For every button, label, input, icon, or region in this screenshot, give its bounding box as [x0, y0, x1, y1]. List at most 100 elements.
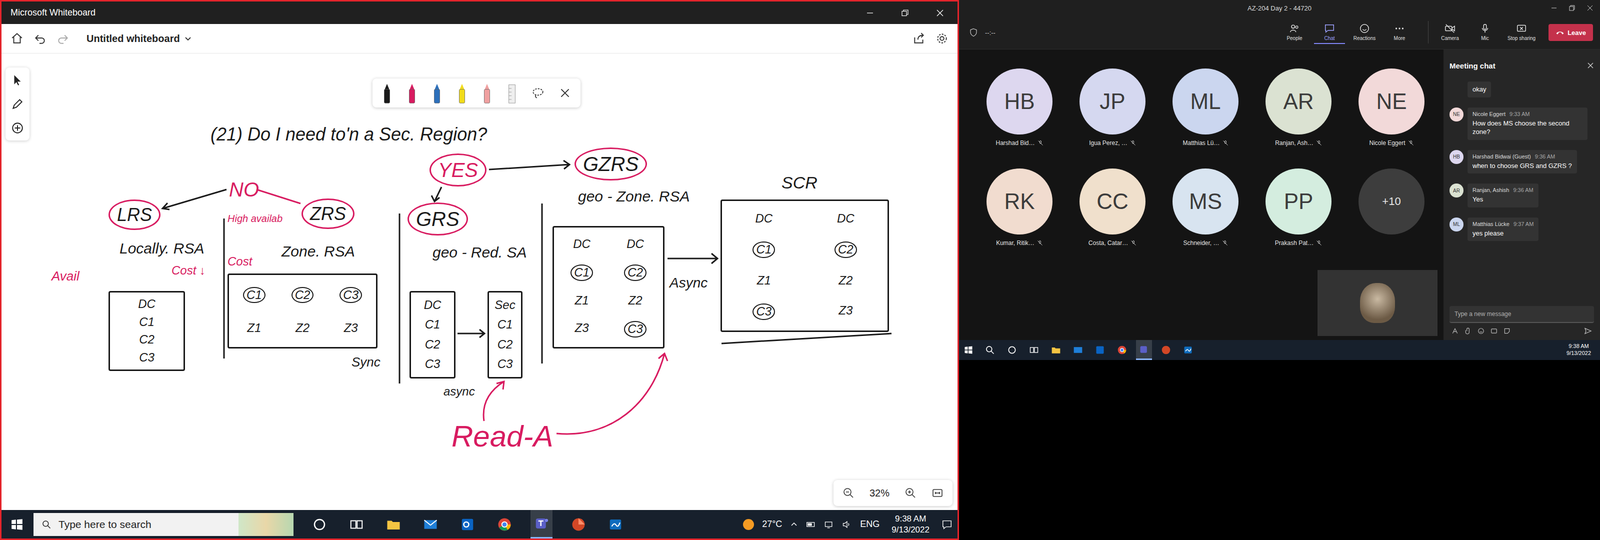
- ink-note[interactable]: Zone. RSA: [281, 242, 355, 261]
- participant-tile[interactable]: RKKumar, Ritik…: [973, 168, 1066, 247]
- weather-temperature[interactable]: 27°C: [762, 519, 782, 530]
- share-icon[interactable]: [912, 32, 926, 45]
- participant-tile[interactable]: JPIgua Perez, …: [1066, 68, 1159, 147]
- ink-note[interactable]: YES: [429, 153, 487, 187]
- clock[interactable]: 9:38 AM9/13/2022: [1562, 343, 1595, 357]
- restore-button[interactable]: [887, 1, 923, 24]
- participant-tile[interactable]: NENicole Eggert: [1345, 68, 1438, 147]
- close-icon[interactable]: [558, 86, 572, 100]
- ink-note[interactable]: High availab: [227, 212, 283, 225]
- search-box[interactable]: Type here to search: [33, 513, 294, 536]
- emoji-icon[interactable]: [1477, 327, 1485, 335]
- ink-note[interactable]: GRS: [407, 202, 468, 236]
- fit-to-screen-icon[interactable]: [931, 487, 944, 499]
- gif-icon[interactable]: [1490, 327, 1498, 335]
- ink-note[interactable]: (21) Do I need to'n a Sec. Region?: [210, 123, 487, 145]
- ink-note[interactable]: geo - Red. SA: [432, 243, 527, 262]
- ruler-icon[interactable]: [506, 81, 518, 105]
- storage-box[interactable]: DCC1C2C3: [108, 291, 185, 371]
- taskbar-app[interactable]: [530, 510, 553, 539]
- storage-box[interactable]: DCDCC1C2Z1Z2Z3C3: [552, 226, 665, 349]
- pen-icon[interactable]: [431, 81, 443, 105]
- taskbar-app[interactable]: [345, 510, 368, 539]
- participant-tile[interactable]: HBHarshad Bid…: [973, 68, 1066, 147]
- home-icon[interactable]: [10, 32, 24, 45]
- participant-tile[interactable]: CCCosta, Catar…: [1066, 168, 1159, 247]
- message-input[interactable]: Type a new message: [1449, 306, 1594, 323]
- clock[interactable]: 9:38 AM9/13/2022: [887, 513, 934, 535]
- taskbar-app[interactable]: [567, 510, 590, 539]
- windows-start-icon[interactable]: [10, 518, 24, 531]
- ink-note[interactable]: Locally. RSA: [119, 239, 205, 258]
- battery-icon[interactable]: [806, 519, 816, 530]
- close-icon[interactable]: [1587, 62, 1594, 69]
- taskbar-app[interactable]: [493, 510, 516, 539]
- undo-icon[interactable]: [33, 32, 47, 45]
- storage-box[interactable]: SecC1C2C3: [487, 291, 523, 379]
- close-icon[interactable]: [1587, 5, 1593, 11]
- minimize-button[interactable]: [852, 1, 888, 24]
- storage-box[interactable]: DCC1C2C3: [409, 291, 456, 379]
- ink-note[interactable]: GZRS: [574, 147, 647, 181]
- windows-start-icon[interactable]: [964, 345, 973, 355]
- chevron-up-icon[interactable]: [790, 520, 798, 529]
- ink-note[interactable]: ZRS: [301, 198, 355, 229]
- taskbar-app[interactable]: [1180, 340, 1196, 360]
- taskbar-app[interactable]: [1158, 340, 1174, 360]
- toolbar-button[interactable]: More: [1384, 21, 1415, 44]
- minimize-icon[interactable]: [1551, 5, 1557, 11]
- ink-note[interactable]: geo - Zone. RSA: [578, 187, 690, 206]
- toolbar-button[interactable]: Camera: [1428, 21, 1466, 44]
- taskbar-app[interactable]: [1114, 340, 1130, 360]
- taskbar-app[interactable]: [1136, 340, 1152, 360]
- close-button[interactable]: [922, 1, 958, 24]
- taskbar-app[interactable]: [1070, 340, 1086, 360]
- settings-gear-icon[interactable]: [935, 32, 949, 45]
- ink-note[interactable]: Read-A: [451, 418, 553, 455]
- taskbar-app[interactable]: [604, 510, 627, 539]
- taskbar-app[interactable]: [308, 510, 331, 539]
- ink-note[interactable]: Cost ↓: [171, 263, 206, 278]
- add-icon[interactable]: [11, 121, 24, 135]
- taskbar-app[interactable]: [982, 340, 998, 360]
- pen-icon[interactable]: [11, 97, 24, 111]
- participant-tile[interactable]: ARRanjan, Ash…: [1252, 68, 1345, 147]
- ink-note[interactable]: Avail: [51, 268, 80, 284]
- zoom-out-icon[interactable]: [842, 487, 855, 499]
- taskbar-app[interactable]: [456, 510, 479, 539]
- ink-note[interactable]: Async: [669, 274, 708, 292]
- whiteboard-canvas[interactable]: DCC1C2C3 C1C2C3Z1Z2Z3 DCC1C2C3 SecC1C2C3 DCD…: [1, 53, 958, 510]
- speaker-icon[interactable]: [842, 519, 852, 530]
- redo-icon[interactable]: [56, 32, 70, 45]
- toolbar-button[interactable]: Reactions: [1349, 21, 1380, 44]
- taskbar-app[interactable]: [382, 510, 405, 539]
- ink-note[interactable]: SCR: [781, 172, 818, 193]
- ink-note[interactable]: Sync: [351, 354, 381, 370]
- send-icon[interactable]: [1584, 327, 1592, 335]
- taskbar-app[interactable]: [1048, 340, 1064, 360]
- participant-tile[interactable]: PPPrakash Pat…: [1252, 168, 1345, 247]
- pen-icon[interactable]: [481, 81, 493, 105]
- ink-note[interactable]: Cost: [227, 254, 252, 269]
- toolbar-button[interactable]: People: [1279, 21, 1310, 44]
- storage-box[interactable]: C1C2C3Z1Z2Z3: [227, 273, 378, 349]
- taskbar-app[interactable]: [1026, 340, 1042, 360]
- sticker-icon[interactable]: [1503, 327, 1511, 335]
- pen-icon[interactable]: [406, 81, 418, 105]
- leave-button[interactable]: Leave: [1548, 24, 1593, 41]
- toolbar-button[interactable]: Stop sharing: [1504, 21, 1539, 44]
- participant-tile[interactable]: MLMatthias Lü…: [1159, 68, 1252, 147]
- network-icon[interactable]: [824, 519, 834, 530]
- board-title-button[interactable]: Untitled whiteboard: [86, 33, 192, 45]
- attach-icon[interactable]: [1464, 327, 1472, 335]
- input-language[interactable]: ENG: [860, 519, 880, 530]
- taskbar-app[interactable]: [1092, 340, 1108, 360]
- format-icon[interactable]: [1451, 327, 1459, 335]
- ink-note[interactable]: NO: [229, 177, 259, 202]
- participant-tile[interactable]: MSSchneider, …: [1159, 168, 1252, 247]
- taskbar-app[interactable]: [1004, 340, 1020, 360]
- lasso-icon[interactable]: [531, 86, 545, 100]
- taskbar-app[interactable]: [419, 510, 442, 539]
- notifications-icon[interactable]: [941, 519, 953, 530]
- ink-note[interactable]: async: [443, 384, 475, 399]
